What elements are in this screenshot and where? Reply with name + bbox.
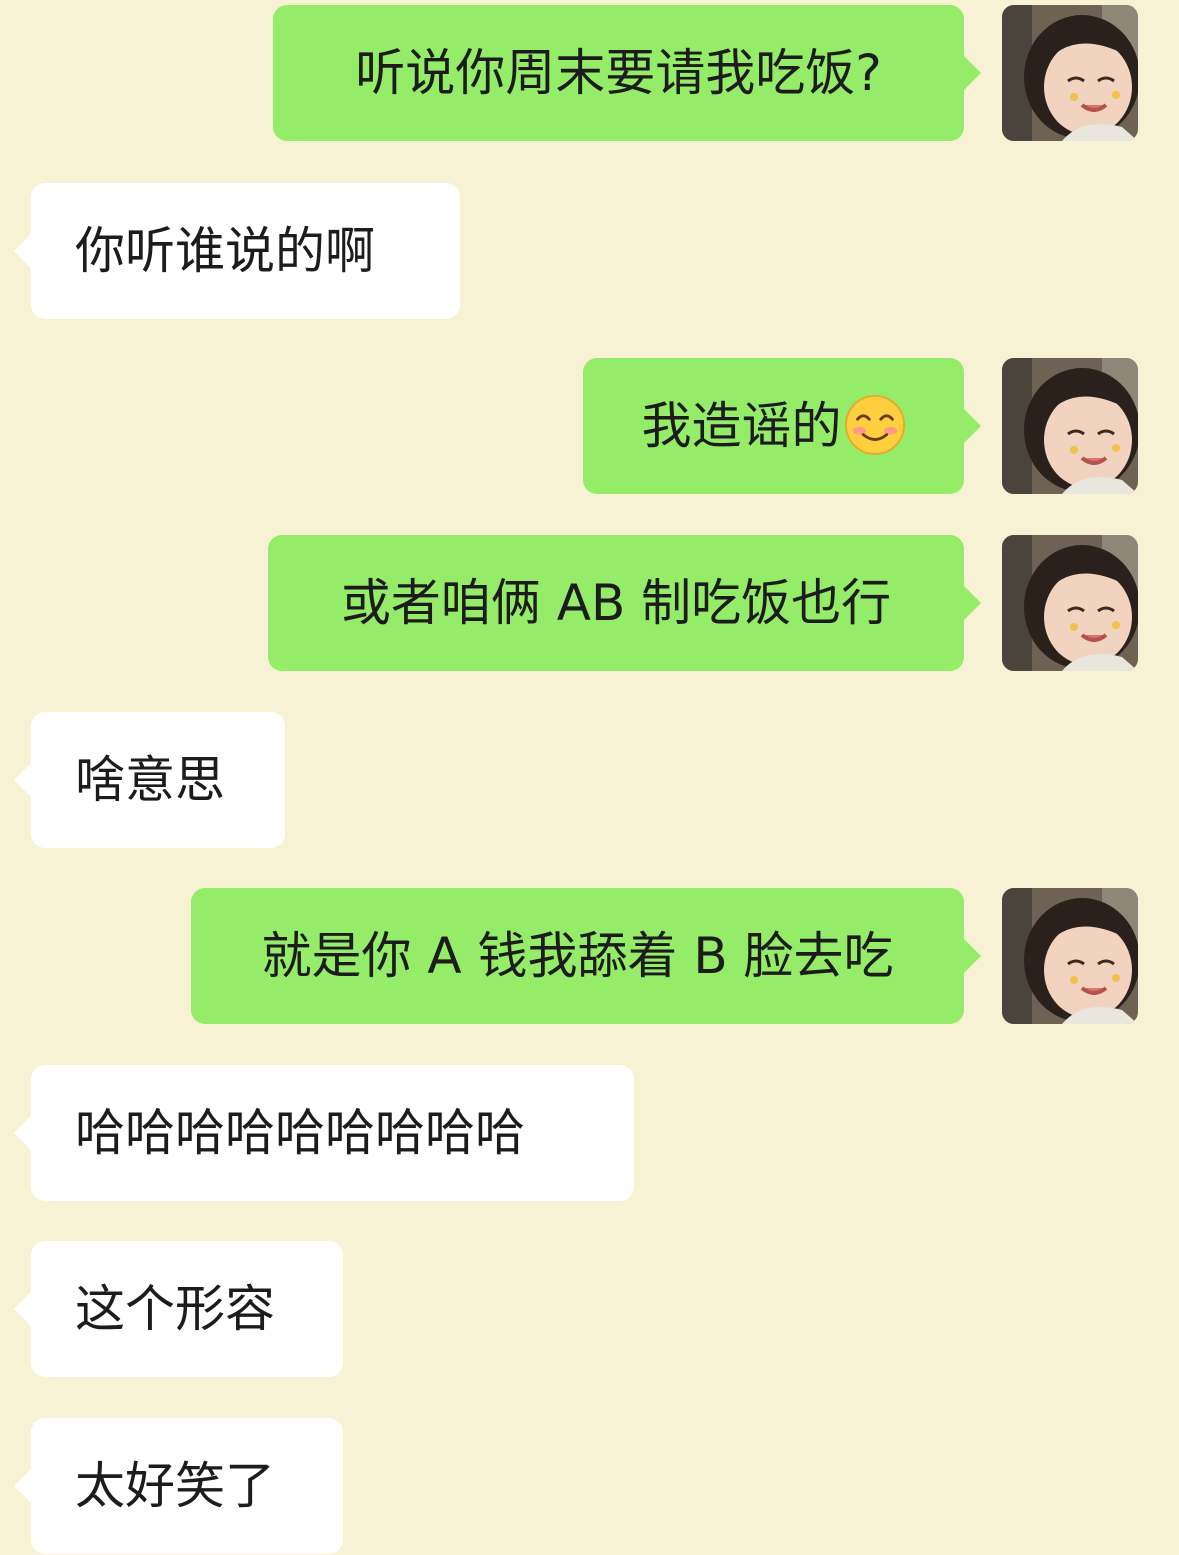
message-bubble-incoming[interactable]: 你听谁说的啊 bbox=[14, 183, 460, 319]
message-text: 听说你周末要请我吃饭? bbox=[355, 44, 882, 102]
avatar[interactable] bbox=[1002, 358, 1138, 494]
message-bubble-outgoing[interactable]: 就是你 A 钱我舔着 B 脸去吃 bbox=[191, 888, 981, 1024]
message-bubble-outgoing[interactable]: 或者咱俩 AB 制吃饭也行 bbox=[268, 535, 981, 671]
message-text: 我造谣的 bbox=[641, 397, 842, 455]
message-text: 太好笑了 bbox=[75, 1457, 275, 1515]
message-bubble-incoming[interactable]: 这个形容 bbox=[14, 1241, 343, 1377]
smiling-face-with-blush-icon bbox=[844, 394, 905, 455]
avatar[interactable] bbox=[1002, 888, 1138, 1024]
message-text: 你听谁说的啊 bbox=[75, 222, 375, 280]
avatar[interactable] bbox=[1002, 535, 1138, 671]
avatar-photo-icon bbox=[1002, 358, 1138, 494]
message-bubble-incoming[interactable]: 啥意思 bbox=[14, 712, 285, 848]
message-bubble-outgoing[interactable]: 听说你周末要请我吃饭? bbox=[273, 5, 981, 141]
avatar-photo-icon bbox=[1002, 5, 1138, 141]
message-text: 或者咱俩 AB 制吃饭也行 bbox=[340, 574, 892, 632]
message-text: 哈哈哈哈哈哈哈哈哈 bbox=[75, 1104, 525, 1162]
message-text: 啥意思 bbox=[75, 751, 225, 809]
avatar[interactable] bbox=[1002, 5, 1138, 141]
message-bubble-incoming[interactable]: 太好笑了 bbox=[14, 1418, 343, 1554]
avatar-photo-icon bbox=[1002, 888, 1138, 1024]
chat-conversation: 听说你周末要请我吃饭? 你听谁说的啊 我造谣的 或者咱俩 AB 制吃饭也行 啥意… bbox=[0, 0, 1179, 1555]
message-text: 就是你 A 钱我舔着 B 脸去吃 bbox=[261, 927, 894, 985]
message-text: 这个形容 bbox=[75, 1280, 275, 1338]
message-bubble-outgoing[interactable]: 我造谣的 bbox=[583, 358, 981, 494]
avatar-photo-icon bbox=[1002, 535, 1138, 671]
message-bubble-incoming[interactable]: 哈哈哈哈哈哈哈哈哈 bbox=[14, 1065, 634, 1201]
